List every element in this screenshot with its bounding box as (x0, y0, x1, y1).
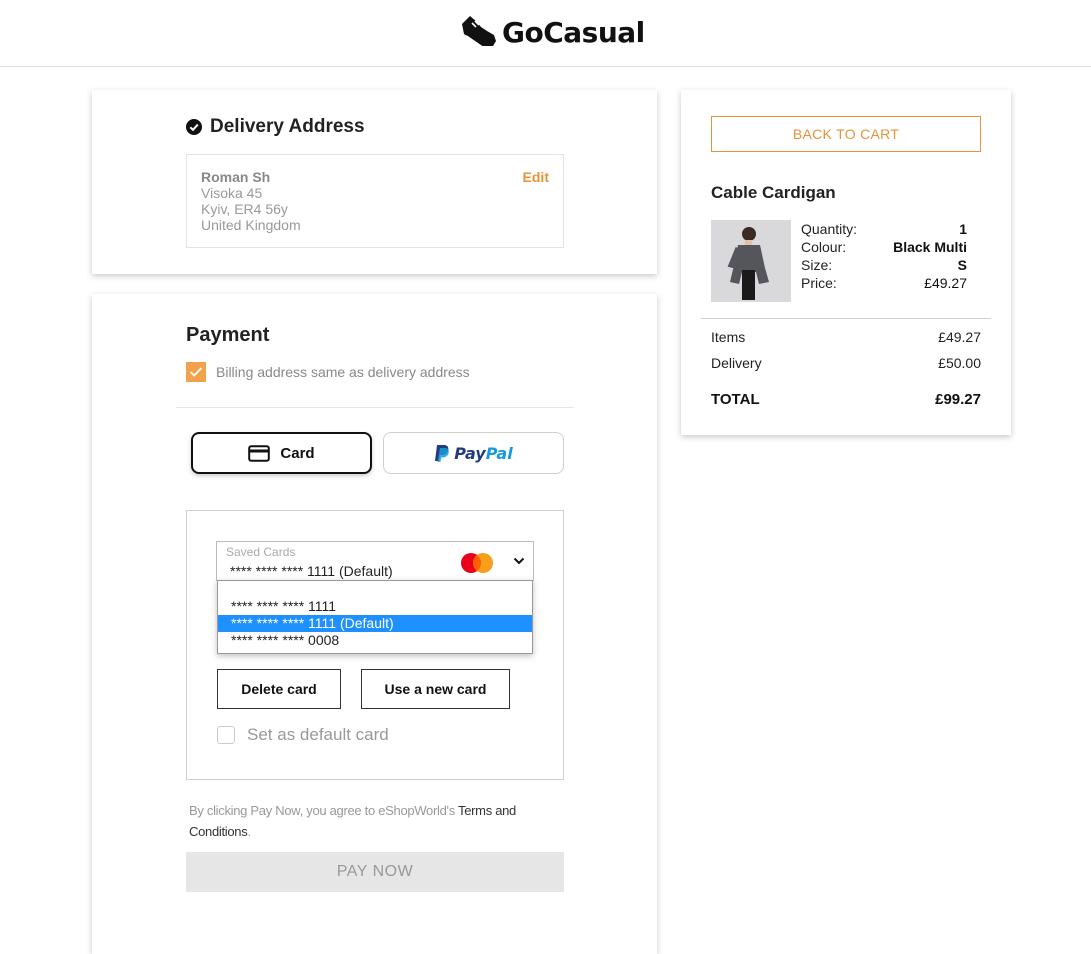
paypal-pay-text: Pay (454, 443, 486, 463)
credit-card-icon (248, 444, 271, 462)
total-label: TOTAL (711, 391, 760, 408)
items-row: Items £49.27 (711, 329, 981, 345)
quantity-label: Quantity: (801, 221, 858, 237)
back-to-cart-button[interactable]: BACK TO CART (711, 116, 981, 152)
address-name: Roman Sh (201, 169, 271, 185)
delivery-address-card: Delivery Address Roman Sh Visoka 45 Kyiv… (92, 90, 657, 274)
paypal-wordmark: PayPal (454, 444, 512, 463)
delivery-label: Delivery (711, 355, 762, 371)
detail-row: Colour: Black Multi (801, 238, 967, 256)
price-value: £49.27 (924, 275, 967, 291)
paypal-method-button[interactable]: PayPal (383, 432, 564, 474)
saved-cards-dropdown: **** **** **** 1111 **** **** **** 1111 … (217, 580, 533, 654)
card-method-button[interactable]: Card (191, 432, 372, 474)
set-default-checkbox[interactable] (217, 726, 235, 744)
address-line: Visoka 45 (201, 185, 263, 201)
card-option[interactable]: **** **** **** 0008 (218, 632, 532, 649)
paypal-pal-text: Pal (485, 443, 513, 463)
checkmark-icon (189, 367, 203, 377)
saved-cards-label: Saved Cards (226, 545, 296, 559)
address-box: Roman Sh Visoka 45 Kyiv, ER4 56y United … (186, 154, 564, 248)
edit-address-link[interactable]: Edit (523, 169, 549, 185)
order-summary-card: BACK TO CART Cable Cardigan Quantity: 1 … (681, 90, 1011, 435)
delivery-title: Delivery Address (210, 116, 365, 137)
items-label: Items (711, 329, 746, 345)
size-value: S (957, 257, 967, 273)
detail-row: Price: £49.27 (801, 274, 967, 292)
pay-now-button[interactable]: PAY NOW (186, 852, 564, 892)
chevron-down-icon (513, 557, 525, 565)
colour-label: Colour: (801, 239, 847, 255)
card-option-selected[interactable]: **** **** **** 1111 (Default) (218, 615, 532, 632)
brand-name: GoCasual (502, 15, 645, 49)
payment-title: Payment (186, 324, 270, 346)
total-value: £99.27 (935, 391, 981, 408)
saved-cards-value: **** **** **** 1111 (Default) (230, 563, 393, 579)
address-line: United Kingdom (201, 217, 301, 233)
sneaker-icon (462, 16, 496, 48)
mastercard-icon (461, 553, 493, 573)
check-circle-icon (186, 119, 202, 135)
product-image (711, 220, 791, 302)
detail-row: Quantity: 1 (801, 220, 967, 238)
product-photo (711, 220, 791, 302)
payment-card: Payment Billing address same as delivery… (92, 294, 657, 954)
brand-logo[interactable]: GoCasual (460, 14, 645, 50)
saved-card-panel: Saved Cards **** **** **** 1111 (Default… (186, 510, 564, 780)
delivery-row: Delivery £50.00 (711, 355, 981, 371)
terms-text: By clicking Pay Now, you agree to eShopW… (189, 800, 559, 842)
set-default-row[interactable]: Set as default card (217, 725, 389, 745)
set-default-label: Set as default card (247, 725, 389, 744)
use-new-card-button[interactable]: Use a new card (361, 669, 510, 709)
billing-same-checkbox[interactable] (186, 362, 206, 382)
address-line: Kyiv, ER4 56y (201, 201, 288, 217)
billing-same-label: Billing address same as delivery address (216, 364, 470, 380)
size-label: Size: (801, 257, 833, 273)
price-label: Price: (801, 275, 837, 291)
terms-prefix: By clicking Pay Now, you agree to eShopW… (189, 803, 458, 818)
paypal-icon (435, 444, 450, 462)
summary-divider (701, 318, 991, 319)
header: GoCasual (0, 0, 1091, 67)
delivery-header: Delivery Address (186, 116, 365, 138)
terms-suffix: . (247, 824, 251, 839)
billing-same-row[interactable]: Billing address same as delivery address (186, 362, 470, 382)
divider (176, 407, 574, 408)
delete-card-button[interactable]: Delete card (217, 669, 341, 709)
card-option[interactable]: **** **** **** 1111 (218, 598, 532, 615)
product-name: Cable Cardigan (711, 183, 836, 202)
delivery-value: £50.00 (938, 355, 981, 371)
product-details: Quantity: 1 Colour: Black Multi Size: S … (801, 220, 967, 292)
total-row: TOTAL £99.27 (711, 391, 981, 408)
colour-value: Black Multi (893, 239, 967, 255)
card-method-label: Card (280, 444, 315, 462)
saved-cards-select[interactable]: Saved Cards **** **** **** 1111 (Default… (216, 541, 534, 581)
items-value: £49.27 (938, 329, 981, 345)
detail-row: Size: S (801, 256, 967, 274)
quantity-value: 1 (959, 221, 967, 237)
